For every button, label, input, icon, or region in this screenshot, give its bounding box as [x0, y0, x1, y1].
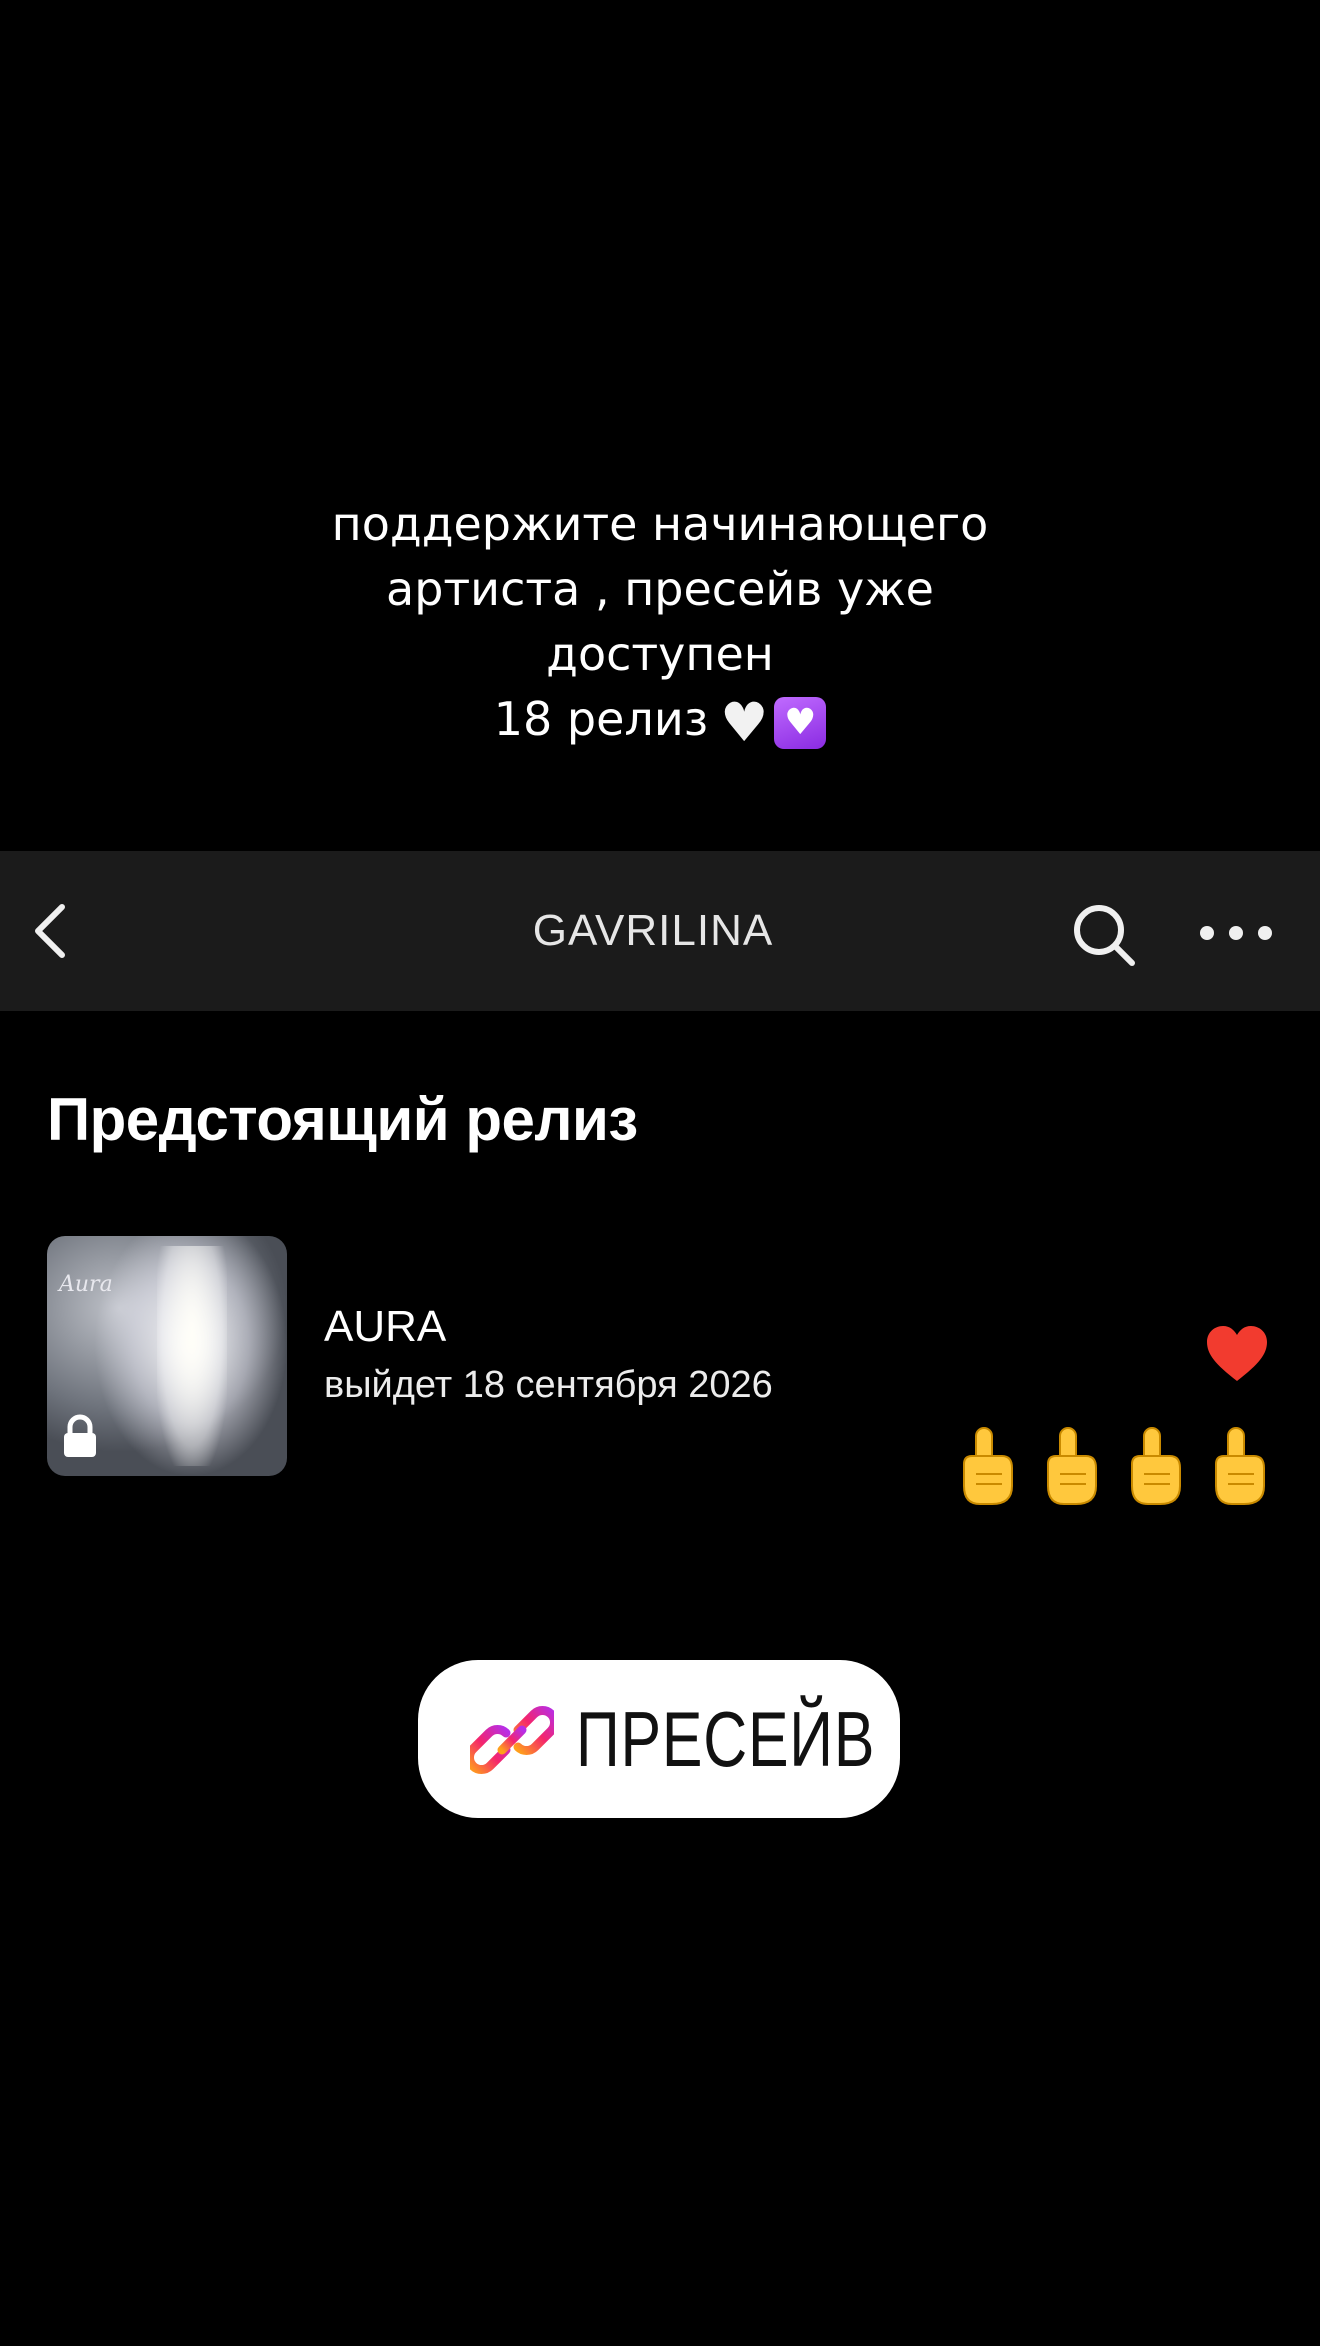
- more-dot: [1258, 926, 1272, 940]
- caption-line-3: доступен: [546, 627, 774, 681]
- top-navbar: GAVRILINA: [0, 851, 1320, 1011]
- lock-icon: [64, 1414, 96, 1457]
- white-heart-icon: ♥: [719, 691, 769, 754]
- caption-line-4: 18 релиз ♥ ♥: [0, 687, 1320, 752]
- more-dots-icon: [1200, 926, 1214, 940]
- presave-link-button[interactable]: ПРЕСЕЙВ: [418, 1660, 900, 1818]
- release-name: AURA: [324, 1302, 447, 1351]
- heart-like-icon[interactable]: [1205, 1324, 1269, 1384]
- more-button[interactable]: [1200, 913, 1272, 953]
- pointing-up-icon: [963, 1427, 1013, 1505]
- cover-text: Aura: [59, 1272, 113, 1297]
- story-caption: поддержите начинающего артиста , пресейв…: [0, 492, 1320, 752]
- finger-emoji-row: [954, 1424, 1270, 1508]
- pointing-up-icon: [1047, 1427, 1097, 1505]
- pointing-up-icon: [1215, 1427, 1265, 1505]
- caption-line-1: поддержите начинающего: [331, 497, 989, 551]
- presave-label: ПРЕСЕЙВ: [576, 1695, 876, 1783]
- pointing-up-icon: [1131, 1427, 1181, 1505]
- caption-line-4-text: 18 релиз: [493, 692, 709, 746]
- purple-heart-icon: ♥: [774, 697, 827, 749]
- section-title: Предстоящий релиз: [47, 1086, 638, 1153]
- album-cover[interactable]: Aura: [47, 1236, 287, 1476]
- caption-line-2: артиста , пресейв уже: [386, 562, 934, 616]
- more-dot: [1229, 926, 1243, 940]
- link-icon: [470, 1706, 554, 1774]
- hearts-emoji: ♥ ♥: [718, 691, 827, 754]
- search-icon: [1074, 905, 1135, 966]
- release-date: выйдет 18 сентября 2026: [324, 1364, 773, 1406]
- cover-angel-figure: [157, 1246, 227, 1466]
- search-button[interactable]: [1070, 901, 1138, 969]
